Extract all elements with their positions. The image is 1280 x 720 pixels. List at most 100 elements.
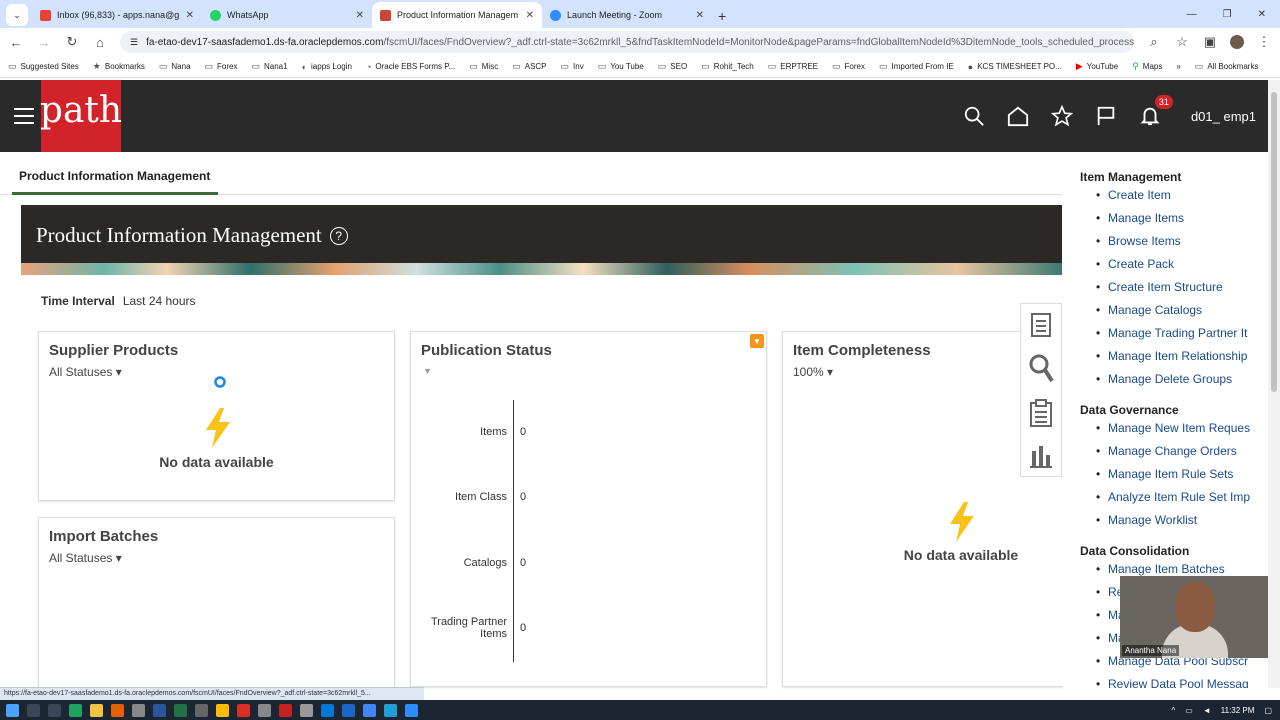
firefox-icon[interactable] — [111, 703, 124, 717]
new-tab-button[interactable]: + — [718, 8, 726, 24]
task-link[interactable]: Create Item — [1096, 188, 1171, 202]
extensions-icon[interactable]: ▣ — [1202, 34, 1218, 50]
opera-icon[interactable] — [237, 703, 250, 717]
volume-icon[interactable]: ◄ — [1203, 706, 1211, 715]
bookmark-item[interactable]: ◐ iapps Login — [302, 62, 352, 72]
status-filter[interactable]: All Statuses ▾ — [49, 365, 122, 379]
clipboard-icon[interactable] — [1029, 398, 1053, 428]
tab-search-button[interactable]: ⌄ — [6, 4, 28, 26]
bookmark-item[interactable]: ◔ Oracle EBS Forms P... — [366, 62, 455, 72]
status-filter[interactable]: All Statuses ▾ — [49, 551, 122, 565]
user-menu[interactable]: d01_ emp1 — [1191, 109, 1256, 124]
task-link[interactable]: Manage Item Rule Sets — [1096, 467, 1233, 481]
network-icon[interactable]: ▭ — [1185, 706, 1193, 715]
document-icon[interactable] — [1030, 312, 1052, 338]
favorites-star-icon[interactable] — [1050, 105, 1073, 127]
bookmark-item[interactable]: ▭ ERPTREE — [768, 61, 818, 72]
completeness-filter[interactable]: 100% ▾ — [793, 365, 833, 379]
tab-product-information-management[interactable]: Product Information Management — [19, 169, 210, 183]
task-link[interactable]: Browse Items — [1096, 234, 1181, 248]
bookmark-item[interactable]: ▭ You Tube — [598, 61, 644, 72]
bookmark-item[interactable]: ● KCS TIMESHEET PO... — [968, 62, 1062, 72]
all-bookmarks[interactable]: ▭ All Bookmarks — [1195, 61, 1259, 72]
clock[interactable]: 11:32 PM — [1221, 706, 1255, 715]
chrome-icon[interactable] — [216, 703, 229, 717]
bookmark-item[interactable]: ▭ Nana — [159, 61, 191, 72]
outlook-icon[interactable] — [321, 703, 334, 717]
help-icon[interactable]: ? — [329, 226, 348, 245]
task-view-icon[interactable] — [48, 703, 61, 717]
close-tab-icon[interactable]: ✕ — [526, 10, 534, 21]
task-link[interactable]: Manage Worklist — [1096, 513, 1197, 527]
telegram-icon[interactable] — [384, 703, 397, 717]
back-icon[interactable]: ← — [8, 35, 24, 50]
file-explorer-icon[interactable] — [90, 703, 103, 717]
task-link[interactable]: Manage Trading Partner It — [1096, 326, 1247, 340]
close-window-icon[interactable]: ✕ — [1258, 9, 1266, 20]
task-link[interactable]: Manage New Item Reques — [1096, 421, 1250, 435]
home-icon[interactable] — [1007, 105, 1029, 127]
app-icon[interactable] — [132, 703, 145, 717]
search-icon[interactable] — [1028, 353, 1054, 383]
acrobat-icon[interactable] — [279, 703, 292, 717]
bookmark-item[interactable]: ⚲ Maps — [1132, 61, 1162, 72]
windows-start-icon[interactable] — [6, 703, 19, 717]
bookmark-item[interactable]: ▭ Forex — [832, 61, 865, 72]
word-icon[interactable] — [153, 703, 166, 717]
bookmark-item[interactable]: ▭ Rohit_Tech — [701, 61, 754, 72]
bookmark-item[interactable]: ▭ Suggested Sites — [8, 61, 79, 72]
browser-tab-zoom[interactable]: Launch Meeting - Zoom ✕ — [542, 2, 712, 28]
browser-tab-pim[interactable]: Product Information Managem ✕ — [372, 2, 542, 28]
navigator-menu-icon[interactable] — [14, 108, 34, 124]
task-link[interactable]: Manage Catalogs — [1096, 303, 1202, 317]
task-link[interactable]: Create Pack — [1096, 257, 1174, 271]
more-bookmarks-button[interactable]: » — [1176, 62, 1180, 71]
excel-icon[interactable] — [174, 703, 187, 717]
bookmark-item[interactable]: ▭ ASCP — [512, 61, 546, 72]
forward-icon[interactable]: → — [36, 35, 52, 50]
page-scrollbar[interactable] — [1268, 80, 1280, 688]
task-link[interactable]: Review Data Pool Messag — [1096, 677, 1249, 688]
edge-icon[interactable] — [69, 703, 82, 717]
reload-icon[interactable]: ↻ — [64, 34, 80, 50]
app-icon[interactable] — [258, 703, 271, 717]
browser-tab-gmail[interactable]: Inbox (96,833) - apps.nana@g ✕ — [32, 2, 202, 28]
bookmark-item[interactable]: ★ Bookmarks — [93, 61, 145, 72]
zoom-taskbar-icon[interactable] — [405, 703, 418, 717]
bookmark-item[interactable]: ▭ Inv — [561, 61, 584, 72]
chevron-up-icon[interactable]: ^ — [1172, 706, 1176, 715]
notification-center-icon[interactable]: ▢ — [1264, 706, 1272, 715]
filter-dropdown-icon[interactable]: ▼ — [423, 366, 432, 376]
bookmark-item[interactable]: ▭ Nana1 — [251, 61, 287, 72]
search-icon[interactable] — [963, 105, 985, 127]
site-info-icon[interactable]: ☰ — [130, 37, 138, 48]
bookmark-item[interactable]: ▭ SEO — [658, 61, 687, 72]
minimize-icon[interactable]: — — [1187, 9, 1197, 20]
menu-icon[interactable]: ⋮ — [1256, 34, 1272, 50]
bar-chart-icon[interactable] — [1028, 443, 1054, 469]
notifications-button[interactable]: 31 — [1139, 95, 1173, 127]
task-link[interactable]: Manage Item Batches — [1096, 562, 1225, 576]
task-link[interactable]: Create Item Structure — [1096, 280, 1223, 294]
close-tab-icon[interactable]: ✕ — [186, 10, 194, 21]
bookmark-item[interactable]: ▭ Forex — [205, 61, 238, 72]
logo[interactable]: path — [40, 80, 122, 152]
close-tab-icon[interactable]: ✕ — [696, 10, 704, 21]
close-tab-icon[interactable]: ✕ — [356, 10, 364, 21]
profile-avatar[interactable] — [1230, 35, 1244, 49]
scrollbar-thumb[interactable] — [1271, 92, 1277, 392]
home-icon[interactable]: ⌂ — [92, 35, 108, 50]
bookmark-item[interactable]: ▭ Misc — [469, 61, 498, 72]
watchlist-flag-icon[interactable] — [1095, 105, 1117, 127]
restore-icon[interactable]: ❐ — [1223, 9, 1232, 20]
chrome-active-icon[interactable] — [363, 703, 376, 717]
zoom-icon[interactable]: ⌕ — [1146, 34, 1162, 50]
time-interval-value[interactable]: Last 24 hours — [123, 294, 196, 308]
browser-tab-whatsapp[interactable]: WhatsApp ✕ — [202, 2, 372, 28]
card-menu-button[interactable]: ▼ — [750, 334, 764, 348]
bookmark-star-icon[interactable]: ☆ — [1174, 34, 1190, 50]
zoom-video-thumbnail[interactable]: Anantha Nana — [1120, 576, 1268, 658]
app-icon[interactable] — [300, 703, 313, 717]
task-link[interactable]: Manage Delete Groups — [1096, 372, 1232, 386]
app-icon[interactable] — [342, 703, 355, 717]
